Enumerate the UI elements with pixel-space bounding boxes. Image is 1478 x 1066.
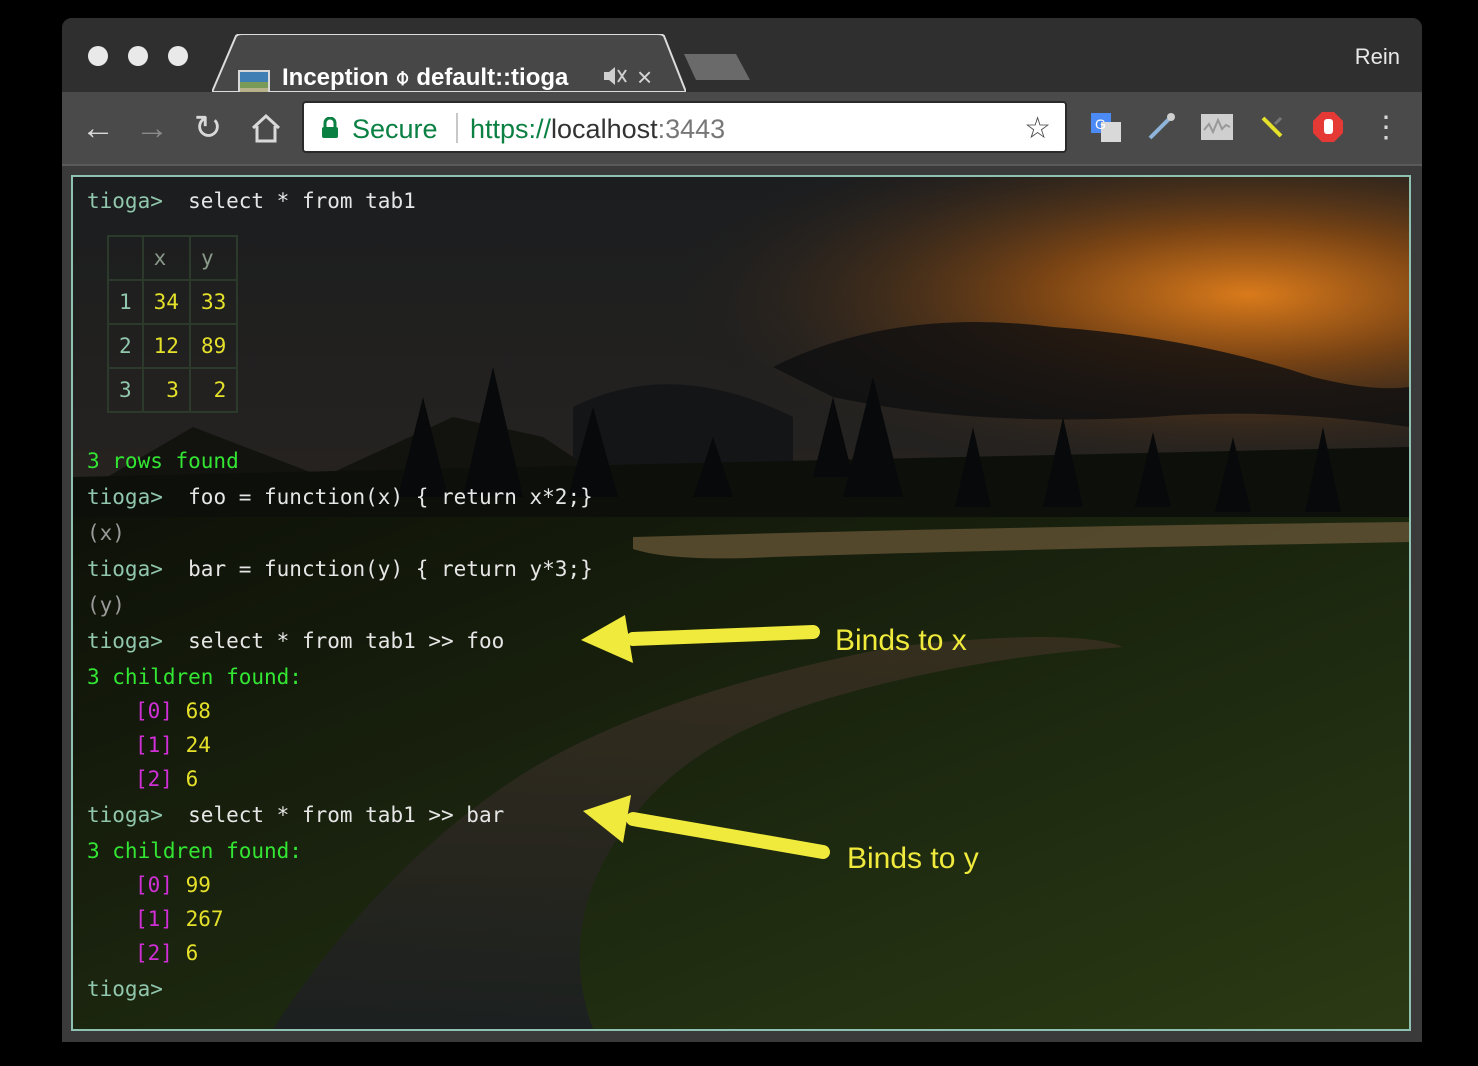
secure-label: Secure (352, 114, 438, 144)
lock-icon (322, 117, 338, 138)
google-translate-icon[interactable]: G (1089, 110, 1123, 144)
forward-icon[interactable]: → (134, 110, 170, 146)
address-bar[interactable]: Secure https://localhost:3443 ☆ (302, 101, 1067, 153)
url-port: :3443 (657, 114, 726, 144)
window-minimize-dot[interactable] (128, 46, 148, 66)
url-text[interactable]: https://localhost:3443 (470, 114, 725, 145)
pin-icon[interactable] (1255, 110, 1289, 144)
adblock-icon[interactable] (1311, 110, 1345, 144)
new-tab-button[interactable] (684, 52, 750, 82)
browser-tab-active[interactable]: Inception ⌽ default::tioga × (212, 34, 686, 96)
url-host: localhost (551, 114, 658, 144)
tab-close-icon[interactable]: × (637, 62, 652, 93)
svg-text:G: G (1095, 116, 1106, 132)
toolbar: ← → ↻ Secure https://localhost:3443 ☆ G (62, 92, 1422, 166)
arrow-binds-y (583, 795, 830, 859)
window-close-dot[interactable] (88, 46, 108, 66)
waveform-icon[interactable] (1200, 110, 1234, 144)
menu-kebab-icon[interactable]: ⋮ (1368, 110, 1404, 146)
annotation-binds-y: Binds to y (847, 842, 979, 875)
mute-icon[interactable] (602, 64, 628, 88)
title-bar: Inception ⌽ default::tioga × Rein (62, 18, 1422, 96)
omnibox-separator (456, 113, 458, 143)
back-icon[interactable]: ← (80, 110, 116, 146)
url-scheme: https:// (470, 114, 552, 144)
tab-title: Inception ⌽ default::tioga (282, 64, 569, 91)
browser-window: Inception ⌽ default::tioga × Rein ← → ↻ (62, 18, 1422, 1042)
home-icon[interactable] (248, 110, 284, 146)
page-content: tioga> select * from tab1 x y 1 34 33 2 … (71, 175, 1411, 1031)
window-zoom-dot[interactable] (168, 46, 188, 66)
annotation-binds-x: Binds to x (835, 624, 967, 657)
bookmark-star-icon[interactable]: ☆ (1024, 111, 1051, 146)
reload-icon[interactable]: ↻ (190, 110, 226, 146)
arrow-binds-x (581, 615, 820, 663)
profile-name[interactable]: Rein (1355, 44, 1400, 70)
eyedropper-icon[interactable] (1144, 110, 1178, 144)
annotation-layer (581, 615, 830, 859)
